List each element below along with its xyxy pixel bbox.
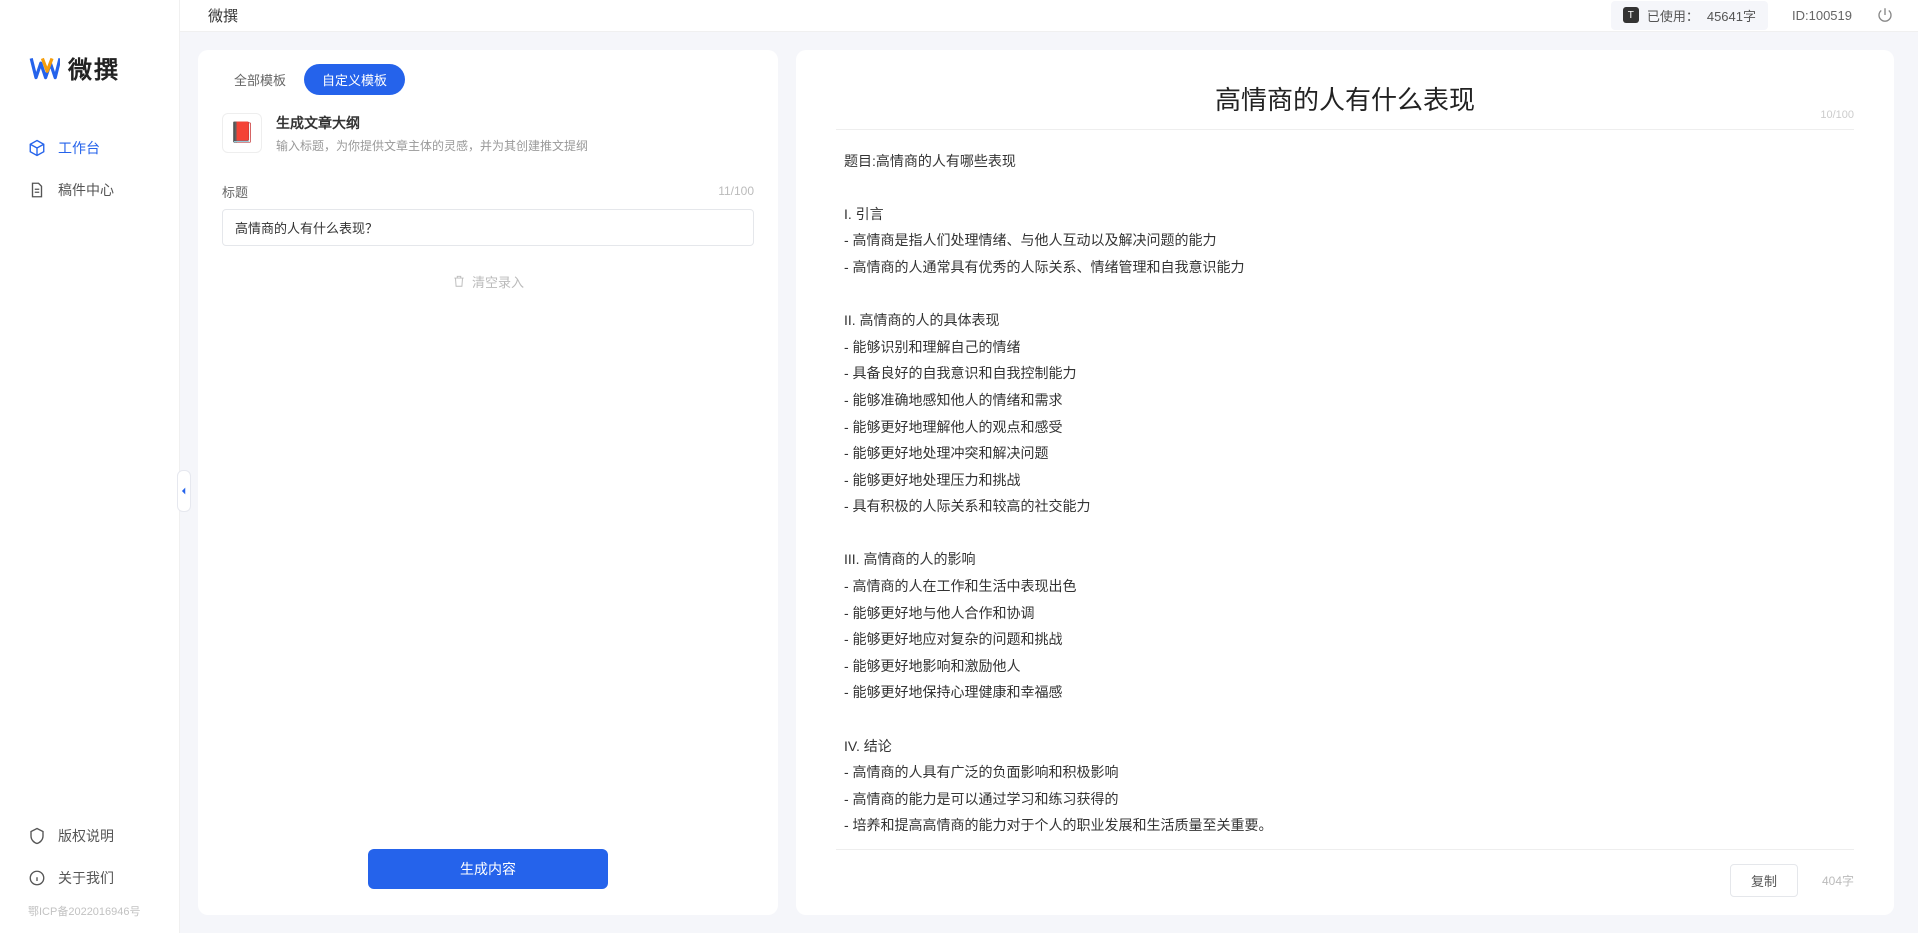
field-label: 标题 xyxy=(222,182,248,201)
title-field-section: 标题 11/100 xyxy=(198,172,778,256)
document-icon xyxy=(28,181,46,199)
nav-label: 工作台 xyxy=(58,138,100,158)
nav-label: 关于我们 xyxy=(58,868,114,888)
nav-item-workbench[interactable]: 工作台 xyxy=(0,127,179,169)
tab-all-templates[interactable]: 全部模板 xyxy=(216,64,304,95)
content: 全部模板 自定义模板 📕 生成文章大纲 输入标题，为你提供文章主体的灵感，并为其… xyxy=(180,32,1918,933)
output-title: 高情商的人有什么表现 xyxy=(884,80,1806,117)
logo[interactable]: 微撰 xyxy=(0,0,179,117)
nav: 工作台 稿件中心 xyxy=(0,117,179,221)
nav-label: 稿件中心 xyxy=(58,180,114,200)
logo-icon xyxy=(28,52,60,84)
title-input[interactable] xyxy=(222,209,754,246)
logo-text: 微撰 xyxy=(68,50,120,85)
main: 微撰 T 已使用： 45641字 ID:100519 全部模板 自定义模板 📕 xyxy=(180,0,1918,933)
sidebar: 微撰 工作台 稿件中心 版权说明 关于我们 鄂ICP xyxy=(0,0,180,933)
output-footer: 复制 404字 xyxy=(836,849,1854,915)
nav-item-about[interactable]: 关于我们 xyxy=(0,857,179,899)
chevron-left-icon xyxy=(179,486,189,496)
nav-label: 版权说明 xyxy=(58,826,114,846)
clear-label: 清空录入 xyxy=(472,272,524,291)
template-tabs: 全部模板 自定义模板 xyxy=(198,50,778,95)
page-title: 微撰 xyxy=(208,5,238,26)
input-panel: 全部模板 自定义模板 📕 生成文章大纲 输入标题，为你提供文章主体的灵感，并为其… xyxy=(198,50,778,915)
template-desc: 输入标题，为你提供文章主体的灵感，并为其创建推文提纲 xyxy=(276,137,588,154)
output-word-count: 404字 xyxy=(1822,872,1854,889)
template-thumb-icon: 📕 xyxy=(222,113,262,153)
usage-value: 45641字 xyxy=(1707,6,1756,25)
clear-input-button[interactable]: 清空录入 xyxy=(198,256,778,307)
cube-icon xyxy=(28,139,46,157)
nav-item-copyright[interactable]: 版权说明 xyxy=(0,815,179,857)
output-title-count: 10/100 xyxy=(1820,109,1854,121)
generate-button[interactable]: 生成内容 xyxy=(368,849,608,889)
trash-icon xyxy=(452,274,466,288)
usage-tag-icon: T xyxy=(1623,7,1639,23)
output-body[interactable]: 题目:高情商的人有哪些表现 I. 引言 - 高情商是指人们处理情绪、与他人互动以… xyxy=(796,130,1894,849)
license-text: 鄂ICP备2022016946号 xyxy=(0,899,179,923)
usage-indicator[interactable]: T 已使用： 45641字 xyxy=(1611,1,1768,30)
copy-button[interactable]: 复制 xyxy=(1730,864,1798,897)
template-card[interactable]: 📕 生成文章大纲 输入标题，为你提供文章主体的灵感，并为其创建推文提纲 xyxy=(198,95,778,172)
shield-icon xyxy=(28,827,46,845)
output-header: 高情商的人有什么表现 10/100 xyxy=(836,50,1854,130)
sidebar-bottom: 版权说明 关于我们 鄂ICP备2022016946号 xyxy=(0,815,179,933)
usage-prefix: 已使用： xyxy=(1647,6,1699,25)
field-char-count: 11/100 xyxy=(718,184,754,198)
tab-custom-templates[interactable]: 自定义模板 xyxy=(304,64,405,95)
topbar: 微撰 T 已使用： 45641字 ID:100519 xyxy=(180,0,1918,32)
power-icon[interactable] xyxy=(1876,6,1894,24)
output-panel: 高情商的人有什么表现 10/100 题目:高情商的人有哪些表现 I. 引言 - … xyxy=(796,50,1894,915)
user-id: ID:100519 xyxy=(1792,8,1852,23)
sidebar-collapse-handle[interactable] xyxy=(177,470,191,512)
nav-item-drafts[interactable]: 稿件中心 xyxy=(0,169,179,211)
info-icon xyxy=(28,869,46,887)
template-title: 生成文章大纲 xyxy=(276,113,588,133)
